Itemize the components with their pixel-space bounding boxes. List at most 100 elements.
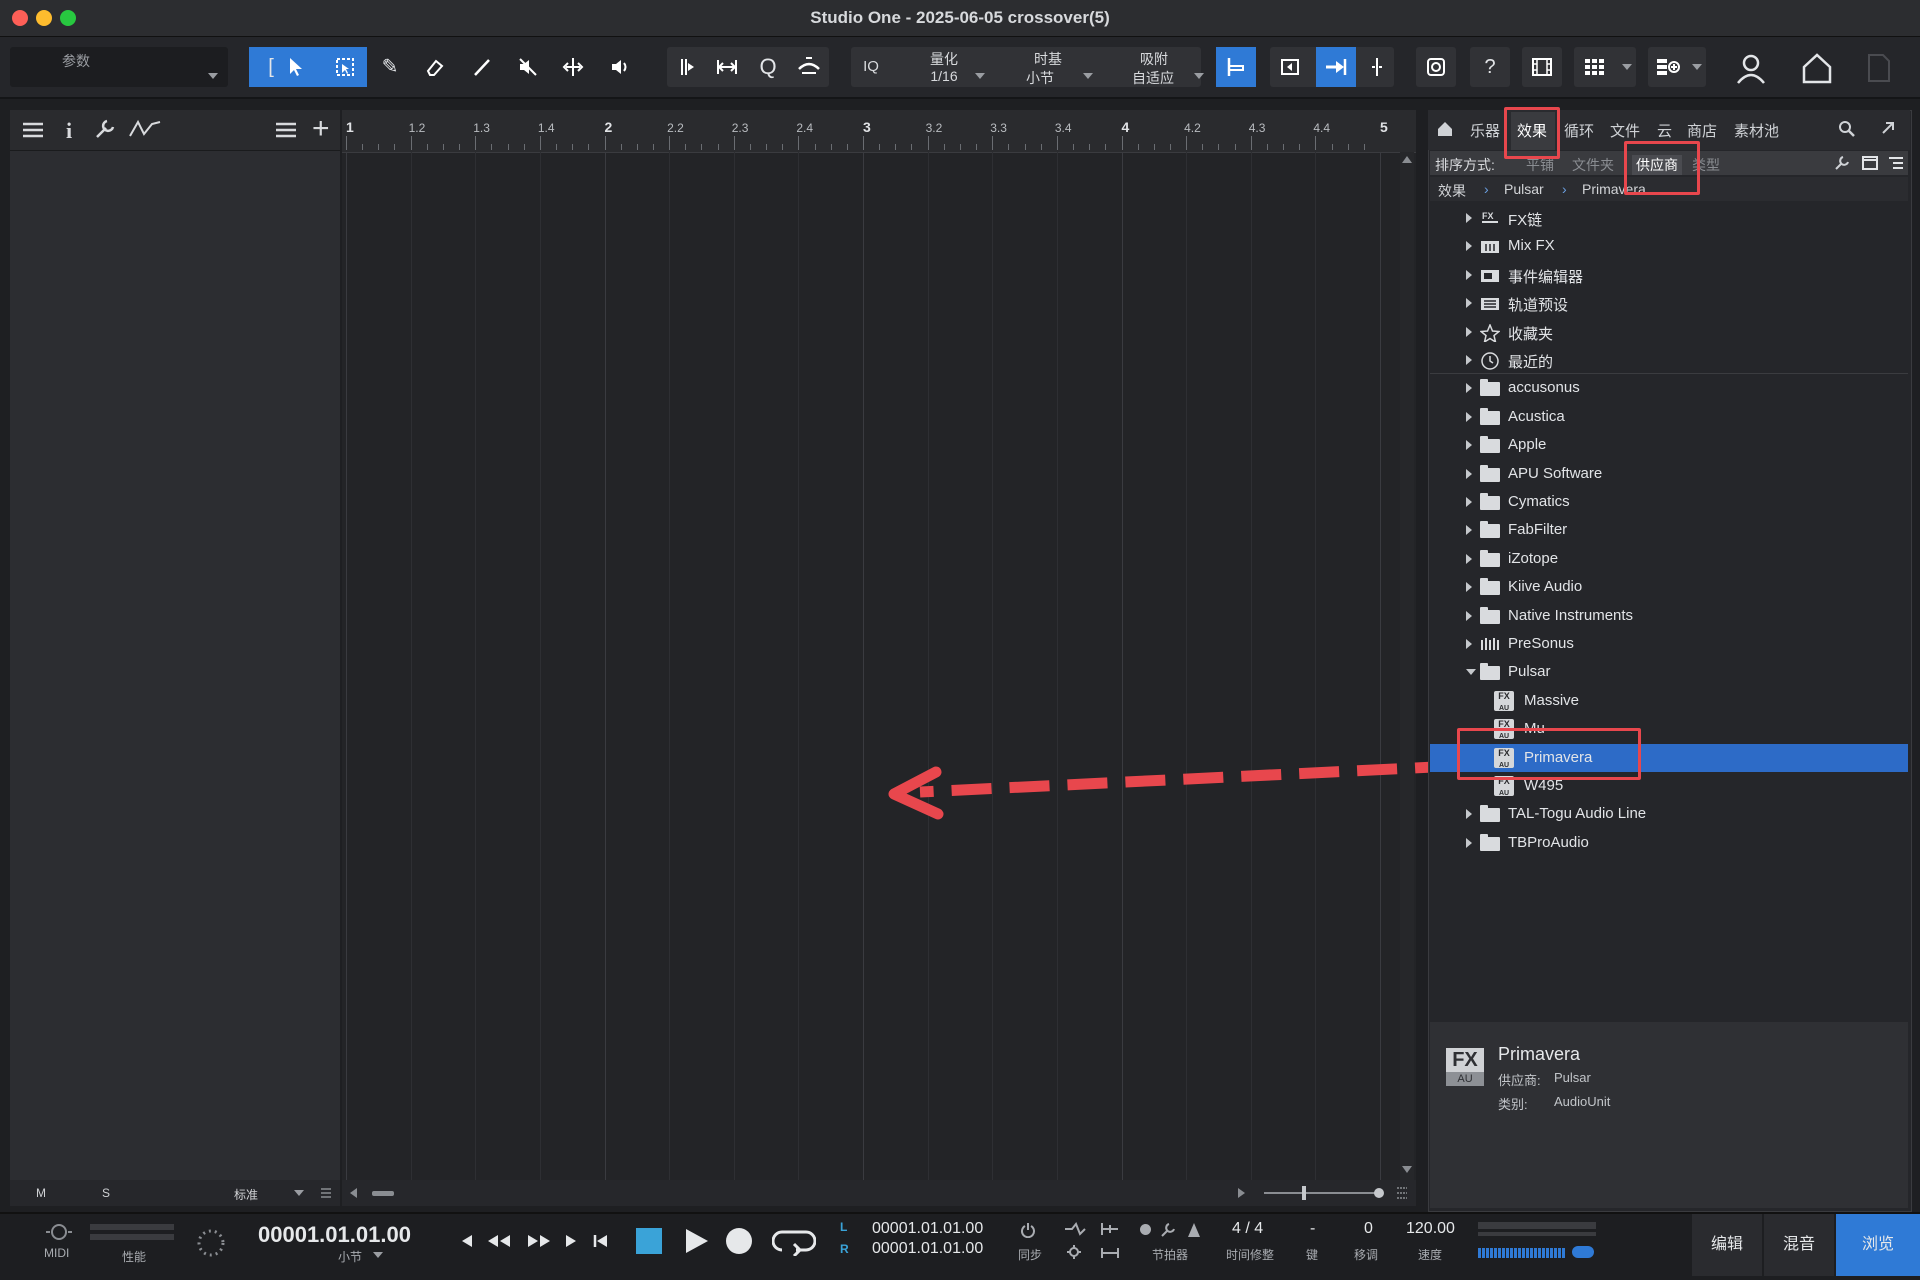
vendor-folder[interactable]: TAL-Togu Audio Line [1430,800,1908,828]
scroll-thumb[interactable] [372,1191,394,1196]
search-icon[interactable] [1838,120,1856,143]
chevron-right-icon[interactable] [1466,326,1472,337]
rewind-icon[interactable] [486,1232,512,1255]
output-toggle[interactable] [1572,1246,1594,1258]
zoom-slider[interactable] [1264,1192,1382,1194]
chevron-right-icon[interactable] [1466,440,1472,451]
loop-start-time[interactable]: 00001.01.01.00 [872,1220,983,1238]
nav-browse-button[interactable]: 浏览 [1836,1214,1920,1276]
scroll-down-icon[interactable] [1402,1166,1412,1173]
quantize-q-icon[interactable]: Q [748,47,788,87]
vendor-folder[interactable]: Cymatics [1430,488,1908,516]
info-icon[interactable]: i [66,118,72,144]
vendor-folder[interactable]: Apple [1430,431,1908,459]
vendor-folder[interactable]: APU Software [1430,460,1908,488]
tab-0[interactable]: 乐器 [1470,120,1500,141]
chevron-down-icon[interactable] [975,73,985,79]
loop-end-time[interactable]: 00001.01.01.00 [872,1240,983,1258]
automation-icon[interactable] [128,118,162,145]
chevron-down-icon[interactable] [1466,669,1476,676]
tab-4[interactable]: 云 [1657,120,1672,141]
bend-marker-icon[interactable] [667,47,707,87]
metronome-settings-icon[interactable] [1160,1222,1176,1243]
zoom-options-icon[interactable] [1396,1186,1408,1205]
tab-5[interactable]: 商店 [1687,120,1717,141]
tab-3[interactable]: 文件 [1610,120,1640,141]
track-list-icon[interactable] [274,120,298,145]
chevron-right-icon[interactable] [1466,809,1472,820]
forward-icon[interactable] [526,1232,552,1255]
time-unit-label[interactable]: 小节 [338,1248,362,1265]
chevron-down-icon[interactable] [1622,64,1632,70]
chevron-right-icon[interactable] [1466,355,1472,365]
arrange-view[interactable] [342,110,1416,1185]
follow-left-icon[interactable] [1270,47,1310,87]
chevron-right-icon[interactable] [1466,497,1472,507]
chevron-right-icon[interactable] [1466,213,1472,223]
metronome-icon[interactable] [1186,1222,1202,1243]
timebase-value[interactable]: 小节 [1012,68,1068,88]
chevron-right-icon[interactable] [1466,582,1472,593]
quantize-value[interactable]: 1/16 [916,68,972,84]
chevron-right-icon[interactable] [1466,383,1472,394]
chevron-right-icon[interactable] [1466,298,1472,309]
tree-item[interactable]: FX FX链 [1430,204,1908,232]
vendor-folder[interactable]: Kiive Audio [1430,573,1908,601]
vendor-folder[interactable]: PreSonus [1430,630,1908,658]
params-field[interactable]: 参数 [10,47,228,87]
horizontal-scrollbar[interactable] [342,1180,1416,1206]
time-signature[interactable]: 4 / 4 [1232,1220,1263,1238]
list-view-icon[interactable] [1888,155,1904,176]
help-button[interactable]: ? [1470,47,1510,87]
chevron-right-icon[interactable] [1466,525,1472,536]
vendor-folder[interactable]: TBProAudio [1430,829,1908,857]
tree-item[interactable]: 轨道预设 [1430,289,1908,317]
chevron-down-icon[interactable] [294,1190,304,1196]
pencil-tool-icon[interactable]: ✎ [370,47,410,87]
plugin-item[interactable]: FX AU Massive [1430,687,1908,715]
loop-icon[interactable] [771,1226,817,1261]
vendor-folder[interactable]: Acustica [1430,403,1908,431]
snap-value[interactable]: 自适应 [1122,68,1184,88]
document-icon[interactable] [1866,53,1892,83]
crossfade-icon[interactable] [789,47,829,87]
breadcrumb-item-0[interactable]: 效果 [1438,181,1466,201]
footer-menu-icon[interactable] [320,1186,332,1204]
scroll-left-icon[interactable] [350,1188,357,1198]
mute-all-button[interactable]: M [36,1186,46,1200]
chevron-right-icon[interactable] [1466,553,1472,564]
time-position[interactable]: 00001.01.01.00 [258,1222,411,1248]
track-height-select[interactable]: 标准 [234,1186,258,1203]
eraser-tool-icon[interactable] [415,47,455,87]
power-icon[interactable] [1020,1222,1036,1243]
metronome-on-icon[interactable] [1140,1224,1151,1235]
chevron-down-icon[interactable] [373,1252,383,1258]
stop-button[interactable] [636,1228,662,1254]
vertical-scrollbar[interactable] [1400,152,1414,1182]
arrow-tool-icon[interactable] [277,47,317,87]
snap-to-grid-icon[interactable] [1216,47,1256,87]
scroll-right-icon[interactable] [1238,1188,1245,1198]
transpose-value[interactable]: 0 [1364,1220,1373,1238]
paint-tool-icon[interactable] [462,47,502,87]
record-button[interactable] [726,1228,752,1254]
layout-icon[interactable] [1648,47,1688,87]
tab-2[interactable]: 循环 [1564,120,1594,141]
go-to-start-icon[interactable] [592,1232,610,1255]
solo-all-button[interactable]: S [102,1186,110,1200]
mute-tool-icon[interactable] [508,47,548,87]
list-menu-icon[interactable] [22,120,44,145]
browser-home-icon[interactable] [1436,120,1454,143]
forward-end-icon[interactable] [562,1232,580,1255]
expand-browser-icon[interactable] [1880,120,1896,141]
tempo-value[interactable]: 120.00 [1406,1220,1455,1238]
nav-edit-button[interactable]: 编辑 [1692,1214,1762,1276]
key-value[interactable]: - [1310,1220,1315,1238]
zoom-max-icon[interactable] [1374,1188,1384,1198]
stretch-icon[interactable] [707,47,747,87]
tree-item[interactable]: Mix FX [1430,232,1908,260]
rewind-start-icon[interactable] [458,1232,476,1255]
wrench-icon[interactable] [94,118,116,145]
chevron-right-icon[interactable] [1466,468,1472,479]
listen-tool-icon[interactable] [600,47,640,87]
